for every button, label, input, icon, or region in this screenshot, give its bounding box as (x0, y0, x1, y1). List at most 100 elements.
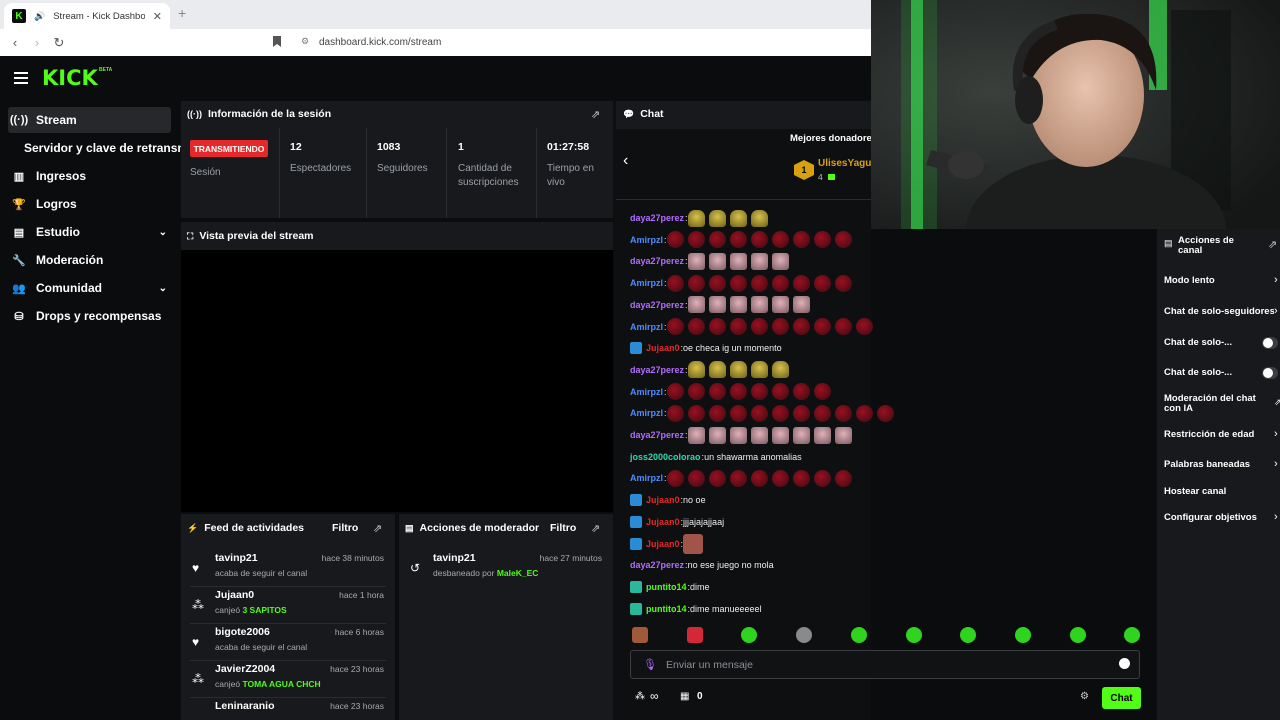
sidebar-item-comunidad[interactable]: 👥 Comunidad ⌄ (8, 275, 171, 301)
chat-username[interactable]: daya27perez (630, 213, 684, 223)
action-host-channel[interactable]: Hostear canal (1164, 487, 1226, 497)
external-link-icon[interactable]: ⇗ (1274, 397, 1280, 408)
emote-icon[interactable] (750, 361, 768, 379)
chat-username[interactable]: Amirpzl (630, 235, 663, 245)
feed-user[interactable]: bigote2006 (215, 626, 270, 638)
emote-icon[interactable] (834, 404, 852, 422)
points-icon[interactable]: ⁂ (635, 691, 645, 702)
emote-icon[interactable] (708, 318, 726, 335)
popout-icon[interactable]: ⇗ (1268, 238, 1277, 251)
emote-icon[interactable] (729, 383, 747, 401)
kick-logo[interactable]: KICK (42, 66, 98, 90)
emote-icon[interactable] (708, 361, 726, 379)
chevron-left-icon[interactable]: ‹ (623, 152, 628, 170)
emote-icon[interactable] (687, 404, 705, 422)
quick-emote-icon[interactable] (850, 627, 867, 643)
chat-username[interactable]: daya27perez (630, 430, 684, 440)
chat-username[interactable]: Amirpzl (630, 473, 663, 483)
emote-icon[interactable] (750, 252, 768, 270)
bookmark-icon[interactable] (272, 35, 282, 48)
forward-icon[interactable]: › (26, 32, 48, 54)
action-age-restriction[interactable]: Restricción de edad (1164, 430, 1254, 440)
emote-icon[interactable] (834, 231, 852, 249)
emote-icon[interactable] (708, 383, 726, 401)
chat-username[interactable]: Jujaan0 (646, 343, 680, 353)
emote-icon[interactable] (792, 318, 810, 335)
emote-icon[interactable] (687, 318, 705, 335)
emote-icon[interactable] (729, 318, 747, 335)
quick-emote-icon[interactable] (905, 627, 922, 643)
store-icon[interactable]: ▦ (680, 691, 689, 702)
emote-icon[interactable] (771, 404, 789, 422)
chat-username[interactable]: daya27perez (630, 300, 684, 310)
action-banned-words[interactable]: Palabras baneadas (1164, 460, 1250, 470)
emote-icon[interactable] (813, 404, 831, 422)
emote-icon[interactable] (771, 252, 789, 270)
emote-icon[interactable] (683, 533, 704, 554)
emote-icon[interactable] (771, 296, 789, 314)
emote-icon[interactable] (750, 383, 768, 401)
popout-icon[interactable]: ⇗ (373, 522, 382, 535)
chat-username[interactable]: Jujaan0 (646, 539, 680, 549)
quick-emote-icon[interactable] (1069, 627, 1086, 643)
chat-username[interactable]: joss2000colorao (630, 452, 701, 462)
emote-icon[interactable] (708, 252, 726, 270)
action-followers-only[interactable]: Chat de solo-seguidores (1164, 307, 1274, 317)
chat-username[interactable]: daya27perez (630, 256, 684, 266)
sidebar-item-drops[interactable]: ⛁ Drops y recompensas (8, 303, 171, 329)
emote-icon[interactable] (813, 383, 831, 401)
emote-icon[interactable] (792, 469, 810, 487)
chevron-right-icon[interactable]: › (1274, 274, 1278, 286)
emoji-icon[interactable] (1119, 658, 1130, 669)
sidebar-item-stream[interactable]: ((·)) Stream (8, 107, 171, 133)
emote-icon[interactable] (813, 318, 831, 335)
emote-icon[interactable] (792, 383, 810, 401)
feed-user[interactable]: Leninaranio (215, 700, 275, 712)
chat-username[interactable]: Jujaan0 (646, 495, 680, 505)
emote-icon[interactable] (834, 318, 852, 335)
emote-icon[interactable] (792, 274, 810, 292)
emote-icon[interactable] (792, 296, 810, 314)
action-ai-moderation[interactable]: Moderación del chat con IA (1164, 394, 1264, 414)
chat-username[interactable]: daya27perez (630, 365, 684, 375)
emote-icon[interactable] (750, 426, 768, 444)
emote-icon[interactable] (666, 383, 684, 401)
chat-username[interactable]: Amirpzl (630, 322, 663, 332)
emote-icon[interactable] (708, 209, 726, 227)
emote-icon[interactable] (708, 296, 726, 314)
emote-icon[interactable] (855, 318, 873, 335)
quick-emote-icon[interactable] (686, 627, 703, 643)
emote-icon[interactable] (729, 209, 747, 227)
send-chat-button[interactable]: Chat (1102, 687, 1141, 709)
chat-input-field[interactable] (666, 657, 1106, 673)
chevron-right-icon[interactable]: › (1274, 305, 1278, 317)
emote-icon[interactable] (750, 296, 768, 314)
emote-icon[interactable] (813, 426, 831, 444)
emote-icon[interactable] (729, 361, 747, 379)
emote-icon[interactable] (855, 404, 873, 422)
emote-icon[interactable] (834, 426, 852, 444)
emote-icon[interactable] (750, 318, 768, 335)
chat-username[interactable]: daya27perez (630, 560, 684, 570)
emote-icon[interactable] (687, 252, 705, 270)
emote-icon[interactable] (666, 404, 684, 422)
emote-icon[interactable] (666, 274, 684, 292)
emote-icon[interactable] (813, 231, 831, 249)
top-donor-name[interactable]: UlisesYagu (818, 158, 871, 169)
emote-icon[interactable] (729, 404, 747, 422)
emote-icon[interactable] (792, 404, 810, 422)
mod-target-user[interactable]: tavinp21 (433, 552, 476, 564)
emote-icon[interactable] (771, 361, 789, 379)
emote-icon[interactable] (729, 426, 747, 444)
emote-icon[interactable] (771, 231, 789, 249)
close-tab-icon[interactable]: ✕ (153, 10, 162, 23)
chat-username[interactable]: puntito14 (646, 582, 687, 592)
menu-icon[interactable] (14, 72, 28, 84)
emote-icon[interactable] (687, 383, 705, 401)
emote-icon[interactable] (708, 231, 726, 249)
emote-icon[interactable] (729, 231, 747, 249)
emote-icon[interactable] (708, 426, 726, 444)
emote-icon[interactable] (750, 274, 768, 292)
back-icon[interactable]: ‹ (4, 32, 26, 54)
emote-icon[interactable] (834, 274, 852, 292)
